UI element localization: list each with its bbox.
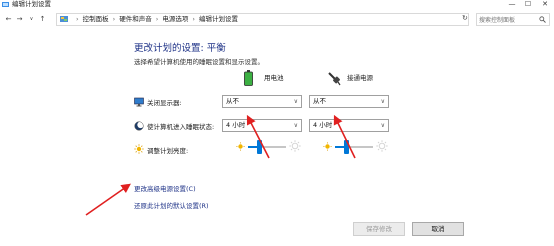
sleep-battery-select[interactable]: 4 小时 ∨ (222, 119, 302, 132)
breadcrumb-hardware-sound[interactable]: 硬件和声音 (119, 15, 152, 23)
close-button[interactable]: ✕ (536, 0, 554, 9)
breadcrumb-separator[interactable]: › (192, 15, 195, 23)
sleep-moon-icon (134, 121, 144, 131)
up-arrow-icon[interactable]: ↑ (38, 14, 47, 25)
brightness-battery-slider[interactable] (236, 139, 302, 155)
column-header-battery: 用电池 (244, 70, 314, 86)
control-panel-app-icon (2, 2, 9, 7)
sleep-battery-value: 4 小时 (226, 121, 246, 129)
column-header-plugged-in: 接通电源 (327, 70, 397, 86)
battery-column-label: 用电池 (264, 74, 284, 82)
brightness-plugged-slider[interactable] (323, 139, 389, 155)
page-title: 更改计划的设置: 平衡 (134, 43, 226, 54)
breadcrumb-separator[interactable]: › (156, 15, 159, 23)
chevron-down-icon: ∨ (380, 98, 385, 105)
battery-icon (244, 70, 253, 86)
brightness-label: 调整计划亮度: (147, 147, 189, 155)
chevron-down-icon: ∨ (380, 122, 385, 129)
restore-defaults-link[interactable]: 还原此计划的默认设置(R) (134, 200, 209, 210)
search-box[interactable] (476, 13, 550, 26)
page-description: 选择希望计算机使用的睡眠设置和显示设置。 (134, 58, 264, 66)
forward-arrow-icon[interactable]: → (15, 14, 24, 25)
slider-track[interactable] (335, 140, 373, 154)
breadcrumb-edit-plan[interactable]: 编辑计划设置 (199, 15, 238, 23)
display-off-label: 关闭显示器: (147, 99, 182, 107)
maximize-button[interactable]: ☐ (519, 0, 537, 9)
display-off-plugged-value: 从不 (313, 97, 326, 105)
back-arrow-icon[interactable]: ← (4, 14, 13, 25)
annotation-arrow (85, 183, 131, 216)
plugged-in-column-label: 接通电源 (347, 74, 373, 82)
title-bar: 编辑计划设置 — ☐ ✕ (0, 0, 554, 10)
slider-thumb[interactable] (344, 140, 349, 154)
chevron-down-icon: ∨ (293, 98, 298, 105)
breadcrumb-control-panel[interactable]: 控制面板 (83, 15, 109, 23)
search-icon[interactable] (539, 16, 546, 23)
sun-icon (134, 144, 144, 154)
monitor-icon (134, 97, 144, 107)
brightness-low-icon (323, 142, 332, 151)
slider-track[interactable] (248, 140, 286, 154)
chevron-down-icon: ∨ (293, 122, 298, 129)
breadcrumb-separator[interactable]: › (113, 15, 116, 23)
refresh-icon[interactable]: ↻ (462, 13, 470, 24)
display-off-battery-value: 从不 (226, 97, 239, 105)
slider-thumb[interactable] (257, 140, 262, 154)
search-input[interactable] (479, 15, 537, 25)
breadcrumb[interactable]: › 控制面板 › 硬件和声音 › 电源选项 › 编辑计划设置 (56, 13, 469, 26)
sleep-plugged-select[interactable]: 4 小时 ∨ (309, 119, 389, 132)
window-title: 编辑计划设置 (12, 0, 51, 8)
brightness-high-icon (289, 140, 301, 152)
save-button[interactable]: 保存修改 (353, 222, 405, 236)
recent-locations-chevron-icon[interactable]: ∨ (27, 14, 36, 25)
display-off-battery-select[interactable]: 从不 ∨ (222, 95, 302, 108)
power-plug-icon (328, 72, 341, 86)
breadcrumb-trail: › 控制面板 › 硬件和声音 › 电源选项 › 编辑计划设置 (72, 14, 238, 25)
brightness-low-icon (236, 142, 245, 151)
advanced-power-settings-link[interactable]: 更改高级电源设置(C) (134, 183, 196, 193)
address-bar: ← → ∨ ↑ › 控制面板 › 硬件和声音 › 电源选项 › 编辑计划设置 ↻ (0, 12, 554, 27)
sleep-label: 使计算机进入睡眠状态: (147, 123, 215, 131)
breadcrumb-power-options[interactable]: 电源选项 (162, 15, 188, 23)
breadcrumb-separator: › (76, 15, 79, 23)
display-off-plugged-select[interactable]: 从不 ∨ (309, 95, 389, 108)
sleep-plugged-value: 4 小时 (313, 121, 333, 129)
control-panel-icon (60, 16, 68, 22)
cancel-button[interactable]: 取消 (412, 222, 464, 236)
brightness-high-icon (376, 140, 388, 152)
